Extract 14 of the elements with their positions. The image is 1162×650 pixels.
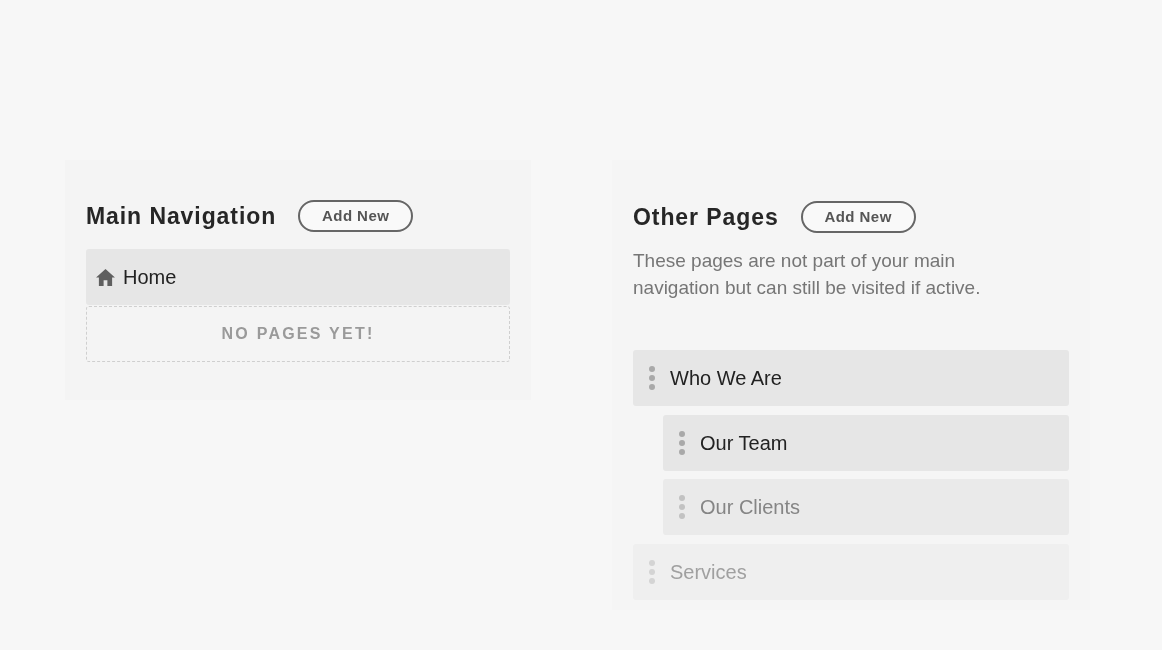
section-title: Other Pages [633,203,779,232]
drag-handle-icon[interactable] [649,366,655,390]
empty-message: NO PAGES YET! [221,324,375,344]
page-item[interactable]: Our Team [663,414,1069,471]
drag-handle-icon[interactable] [679,495,685,519]
drag-handle-icon[interactable] [679,430,685,455]
add-new-button[interactable]: Add New [298,200,414,232]
drag-handle-icon[interactable] [649,559,655,584]
nav-item[interactable]: Home [86,249,510,305]
add-new-button[interactable]: Add New [800,201,916,233]
description-text: These pages are not part of your main navigation but can still be visited if active. [633,249,982,300]
page-item[interactable]: Who We Are [633,350,1069,406]
house-icon [96,268,115,286]
section-title: Main Navigation [86,202,277,231]
